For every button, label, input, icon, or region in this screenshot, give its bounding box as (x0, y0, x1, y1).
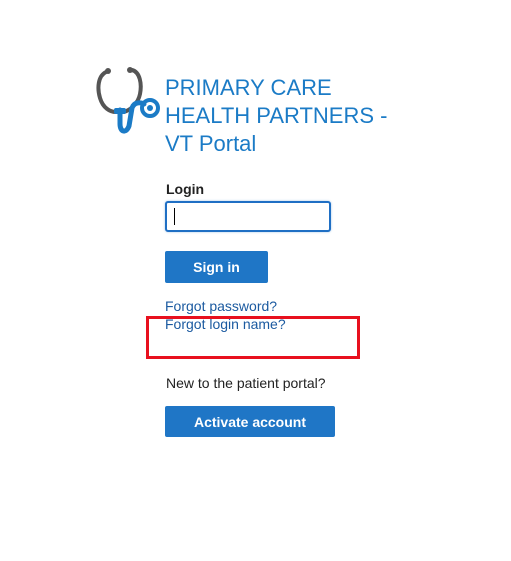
highlight-box (146, 316, 360, 359)
login-label: Login (166, 181, 205, 197)
new-user-prompt: New to the patient portal? (166, 375, 326, 391)
title-line-2: HEALTH PARTNERS - (165, 103, 388, 128)
forgot-password-link[interactable]: Forgot password? (165, 298, 277, 314)
title-line-1: PRIMARY CARE (165, 75, 332, 100)
title-line-3: VT Portal (165, 131, 257, 156)
login-input[interactable] (165, 201, 331, 232)
stethoscope-icon (96, 64, 164, 136)
sign-in-button[interactable]: Sign in (165, 251, 268, 283)
portal-title: PRIMARY CARE HEALTH PARTNERS - VT Portal (165, 74, 425, 158)
text-caret (174, 208, 175, 225)
activate-account-button[interactable]: Activate account (165, 406, 335, 437)
